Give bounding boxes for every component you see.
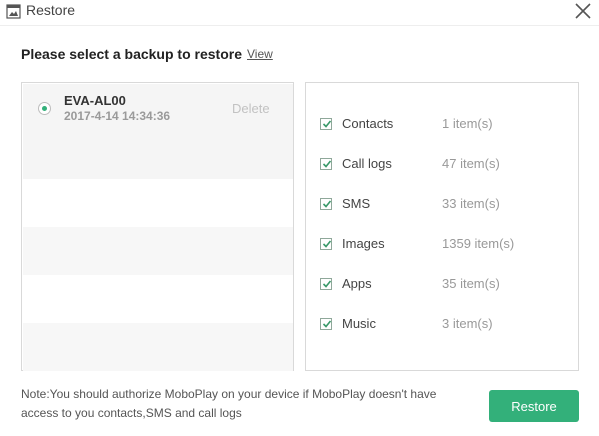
checkmark-icon	[322, 200, 332, 208]
category-label: Contacts	[342, 116, 394, 131]
checkbox-call-logs[interactable]	[320, 158, 332, 170]
delete-button[interactable]: Delete	[232, 101, 270, 116]
device-name: EVA-AL00	[64, 93, 126, 108]
category-item-sms[interactable]: SMS 33 item(s)	[320, 195, 570, 215]
checkbox-music[interactable]	[320, 318, 332, 330]
restore-button[interactable]: Restore	[489, 390, 579, 422]
window-title: Restore	[26, 2, 76, 18]
category-item-music[interactable]: Music 3 item(s)	[320, 315, 570, 335]
checkbox-contacts[interactable]	[320, 118, 332, 130]
checkmark-icon	[322, 280, 332, 288]
view-link[interactable]: View	[247, 47, 273, 61]
backup-radio[interactable]	[38, 102, 51, 115]
category-count: 1359 item(s)	[442, 236, 515, 251]
category-label: Call logs	[342, 156, 392, 171]
category-count: 35 item(s)	[442, 276, 500, 291]
restore-app-icon	[6, 4, 21, 19]
category-item-contacts[interactable]: Contacts 1 item(s)	[320, 115, 570, 135]
checkbox-sms[interactable]	[320, 198, 332, 210]
category-label: Apps	[342, 276, 372, 291]
empty-row	[23, 323, 293, 371]
page-title: Please select a backup to restore	[21, 46, 242, 62]
checkmark-icon	[322, 160, 332, 168]
close-icon[interactable]	[573, 1, 593, 21]
category-item-call-logs[interactable]: Call logs 47 item(s)	[320, 155, 570, 175]
title-bar: Restore	[0, 0, 599, 26]
category-count: 1 item(s)	[442, 116, 493, 131]
checkmark-icon	[322, 320, 332, 328]
empty-row	[23, 227, 293, 275]
category-count: 33 item(s)	[442, 196, 500, 211]
category-label: Music	[342, 316, 376, 331]
category-count: 47 item(s)	[442, 156, 500, 171]
backup-item[interactable]: EVA-AL00 2017-4-14 14:34:36 Delete	[23, 84, 293, 179]
checkmark-icon	[322, 120, 332, 128]
empty-row	[23, 179, 293, 227]
checkmark-icon	[322, 240, 332, 248]
authorization-note: Note:You should authorize MoboPlay on yo…	[21, 387, 437, 420]
category-panel: Contacts 1 item(s) Call logs 47 item(s) …	[305, 82, 579, 371]
backup-list: EVA-AL00 2017-4-14 14:34:36 Delete	[21, 82, 294, 371]
backup-date: 2017-4-14 14:34:36	[64, 109, 171, 123]
category-label: SMS	[342, 196, 371, 211]
checkbox-images[interactable]	[320, 238, 332, 250]
category-item-apps[interactable]: Apps 35 item(s)	[320, 275, 570, 295]
checkbox-apps[interactable]	[320, 278, 332, 290]
category-label: Images	[342, 236, 385, 251]
category-item-images[interactable]: Images 1359 item(s)	[320, 235, 570, 255]
category-count: 3 item(s)	[442, 316, 493, 331]
empty-row	[23, 275, 293, 323]
